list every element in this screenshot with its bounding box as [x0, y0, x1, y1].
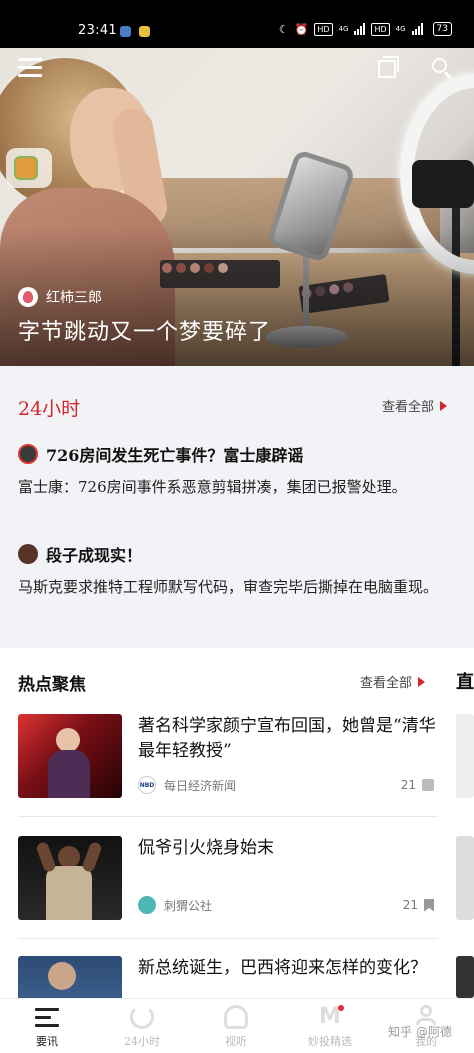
- m-logo-icon: M: [318, 1005, 344, 1029]
- nav-label: 要讯: [36, 1035, 58, 1048]
- nav-label: 24小时: [124, 1035, 160, 1048]
- signal-icon: [411, 23, 423, 35]
- next-section-tab[interactable]: 直: [456, 668, 474, 694]
- floating-app-widget[interactable]: [6, 148, 52, 188]
- hot-focus-item[interactable]: 侃爷引火烧身始末 刺猬公社 21: [18, 836, 438, 936]
- nav-item-picks[interactable]: M 妙投精选: [290, 1005, 370, 1049]
- article-title: 新总统诞生，巴西将迎来怎样的变化？: [138, 958, 427, 978]
- news-24h-summary: 马斯克要求推特工程师默写代码，审查完毕后撕掉在电脑重现。: [18, 578, 439, 596]
- hero-author[interactable]: 红柿三郎: [18, 287, 102, 307]
- news-24h-headline: 段子成现实！: [46, 546, 143, 565]
- article-title: 著名科学家颜宁宣布回国，她曾是“清华最年轻教授”: [138, 716, 436, 761]
- search-icon[interactable]: [432, 58, 452, 80]
- article-meta: NBD 每日经济新闻 21: [138, 776, 434, 794]
- section-hot-focus: 热点聚焦 查看全部 直 著名科学家颜宁宣布回国，她曾是“清华最年轻教授” NBD…: [0, 648, 474, 998]
- like-count: 21: [400, 778, 416, 792]
- menu-icon[interactable]: [18, 58, 42, 78]
- watermark: 知乎 @阿德: [388, 1025, 452, 1039]
- arrow-right-icon: [418, 676, 426, 687]
- app-notification-icon: [120, 26, 131, 37]
- nav-item-24h[interactable]: 24小时: [102, 1005, 182, 1049]
- news-24h-headline: 726房间发生死亡事件？富士康辟谣: [46, 446, 304, 465]
- hd-badge: HD: [371, 22, 390, 36]
- nav-label: 视听: [225, 1035, 247, 1048]
- article-thumbnail: [18, 836, 122, 920]
- news-source-icon: [18, 444, 38, 464]
- news-24h-summary: 富士康：726房间事件系恶意剪辑拼凑，集团已报警处理。: [18, 478, 407, 496]
- status-bar: 23:41 ☾ ⏰ HD 4G HD 4G 73: [0, 0, 474, 48]
- thumbs-up-icon[interactable]: [422, 779, 434, 791]
- source-logo-icon: NBD: [138, 776, 156, 794]
- message-notification-icon: [139, 26, 150, 37]
- notification-dot: [338, 1005, 344, 1011]
- see-all-label: 查看全部: [360, 676, 413, 691]
- network-type-label: 4G: [395, 25, 406, 33]
- bottom-navigation: 要讯 24小时 视听 M 妙投精选 我的 知乎 @阿德: [0, 998, 474, 1053]
- nav-item-news[interactable]: 要讯: [7, 1005, 87, 1049]
- nav-label: 妙投精选: [308, 1035, 352, 1048]
- article-thumbnail: [18, 956, 122, 998]
- alarm-icon: ⏰: [294, 22, 309, 36]
- multi-window-icon[interactable]: [378, 56, 399, 78]
- status-indicators: ☾ ⏰ HD 4G HD 4G 73: [279, 22, 452, 36]
- bookmark-count: 21: [402, 898, 418, 912]
- news-icon: [35, 1005, 59, 1029]
- hot-focus-item[interactable]: 新总统诞生，巴西将迎来怎样的变化？: [18, 956, 438, 998]
- article-source: 每日经济新闻: [164, 778, 237, 793]
- next-column-thumbnail: [456, 956, 474, 998]
- moon-icon: ☾: [278, 22, 289, 36]
- news-24h-item[interactable]: 段子成现实！ 马斯克要求推特工程师默写代码，审查完毕后撕掉在电脑重现。: [18, 542, 458, 599]
- headphones-icon: [224, 1005, 248, 1029]
- nav-item-audio-video[interactable]: 视听: [196, 1005, 276, 1049]
- hero-title[interactable]: 字节跳动又一个梦要碎了: [18, 314, 271, 346]
- next-column-thumbnail: [456, 836, 474, 920]
- hot-focus-see-all[interactable]: 查看全部: [360, 672, 426, 691]
- divider: [18, 816, 438, 817]
- article-thumbnail: [18, 714, 122, 798]
- network-type-label: 4G: [338, 25, 349, 33]
- hero-image-camera: [412, 160, 474, 208]
- hero-author-name: 红柿三郎: [46, 290, 102, 306]
- section-24h-title: 24小时: [18, 398, 81, 420]
- section-24h: 24小时 查看全部 726房间发生死亡事件？富士康辟谣 富士康：726房间事件系…: [0, 366, 474, 648]
- hot-focus-title: 热点聚焦: [18, 675, 86, 695]
- next-column-thumbnail: [456, 714, 474, 798]
- bookmark-icon[interactable]: [424, 898, 434, 912]
- source-logo-icon: [138, 896, 156, 914]
- divider: [18, 938, 438, 939]
- article-title: 侃爷引火烧身始末: [138, 838, 274, 858]
- signal-icon: [354, 23, 366, 35]
- battery-indicator: 73: [432, 22, 452, 36]
- article-meta: 刺猬公社 21: [138, 896, 434, 914]
- article-source: 刺猬公社: [164, 898, 213, 913]
- news-24h-item[interactable]: 726房间发生死亡事件？富士康辟谣 富士康：726房间事件系恶意剪辑拼凑，集团已…: [18, 442, 458, 499]
- clock-icon: [130, 1005, 154, 1029]
- hot-focus-item[interactable]: 著名科学家颜宁宣布回国，她曾是“清华最年轻教授” NBD 每日经济新闻 21: [18, 714, 438, 814]
- status-time: 23:41: [78, 23, 117, 38]
- hd-badge: HD: [314, 22, 333, 36]
- see-all-label: 查看全部: [382, 400, 435, 415]
- hero-banner[interactable]: 红柿三郎 字节跳动又一个梦要碎了: [0, 48, 474, 366]
- section-24h-see-all[interactable]: 查看全部: [382, 396, 448, 415]
- news-source-icon: [18, 544, 38, 564]
- arrow-right-icon: [440, 400, 448, 411]
- author-avatar: [18, 287, 38, 307]
